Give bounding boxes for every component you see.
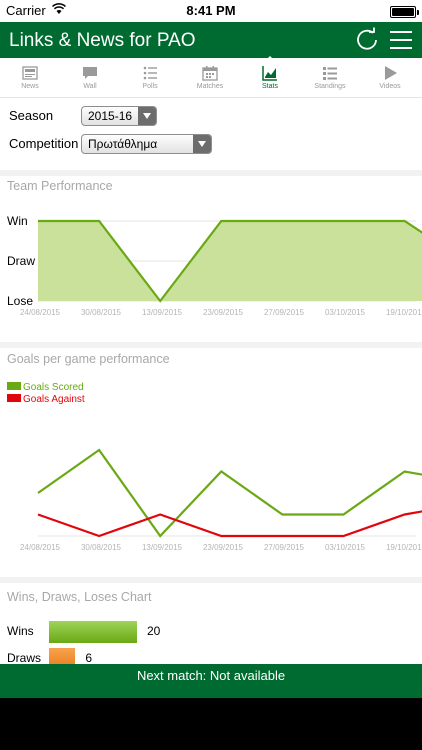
x-tick-label: 19/10/2015 xyxy=(386,308,422,317)
y-tick-label: Lose xyxy=(7,294,33,308)
x-tick-label: 03/10/2015 xyxy=(325,308,366,317)
menu-icon[interactable] xyxy=(388,27,414,53)
season-select[interactable]: 2015-16 xyxy=(81,106,157,126)
legend-goals-scored: Goals Scored xyxy=(7,382,84,393)
tab-news[interactable]: News xyxy=(0,58,60,98)
tab-matches[interactable]: Matches xyxy=(180,58,240,98)
polls-icon xyxy=(143,66,157,80)
x-tick-label: 24/08/2015 xyxy=(20,543,61,552)
season-label: Season xyxy=(9,108,54,123)
x-tick-label: 27/09/2015 xyxy=(264,543,305,552)
tab-label: Standings xyxy=(314,83,346,90)
news-icon xyxy=(22,66,38,80)
tab-label: Videos xyxy=(379,83,401,90)
bottom-black-bar xyxy=(0,698,422,750)
bar xyxy=(49,621,137,643)
active-tab-indicator xyxy=(264,56,276,62)
x-tick-label: 24/08/2015 xyxy=(20,308,61,317)
tab-label: Wall xyxy=(83,83,97,90)
tab-label: Matches xyxy=(196,83,224,90)
clock: 8:41 PM xyxy=(186,3,236,18)
bar-value: 6 xyxy=(85,651,93,665)
team-performance-chart: Win Draw Lose 24/08/2015 30/08/2015 13/09/… xyxy=(7,214,422,317)
legend-swatch xyxy=(7,394,21,402)
divider xyxy=(0,170,422,176)
goals-scored-line xyxy=(37,448,422,538)
page-title: Links & News for PAO xyxy=(9,30,196,51)
wall-icon xyxy=(83,67,97,79)
tab-wall[interactable]: Wall xyxy=(60,58,120,98)
x-tick-label: 23/09/2015 xyxy=(203,308,244,317)
standings-icon xyxy=(323,67,337,80)
tab-standings[interactable]: Standings xyxy=(300,58,360,98)
y-tick-label: Draw xyxy=(7,254,35,268)
tab-polls[interactable]: Polls xyxy=(120,58,180,98)
y-tick-label: Win xyxy=(7,214,28,228)
x-tick-label: 03/10/2015 xyxy=(325,543,366,552)
tab-label: Polls xyxy=(142,83,158,90)
calendar-icon xyxy=(202,66,218,81)
bar-label: Wins xyxy=(7,624,34,638)
wdl-chart-title: Wins, Draws, Loses Chart xyxy=(7,590,152,604)
legend-goals-against: Goals Against xyxy=(7,394,85,405)
goals-against-line xyxy=(37,510,422,538)
x-tick-label: 27/09/2015 xyxy=(264,308,305,317)
tab-label: Stats xyxy=(262,83,278,90)
goals-per-game-chart: 24/08/2015 30/08/2015 13/09/2015 23/09/2015… xyxy=(20,448,422,552)
team-performance-title: Team Performance xyxy=(7,179,113,193)
screen: Carrier 8:41 PM Links & News for PAO New… xyxy=(0,0,422,750)
bar-value: 20 xyxy=(147,624,161,638)
x-tick-label: 30/08/2015 xyxy=(81,308,122,317)
season-value: 2015-16 xyxy=(88,109,133,123)
legend-swatch xyxy=(7,382,21,390)
legend-label: Goals Against xyxy=(23,394,85,405)
tab-videos[interactable]: Videos xyxy=(360,58,420,98)
goals-chart-title: Goals per game performance xyxy=(7,352,170,366)
battery-icon xyxy=(390,6,419,18)
tab-label: News xyxy=(21,83,39,90)
play-icon xyxy=(385,66,397,80)
bar-label: Draws xyxy=(7,651,42,665)
competition-select[interactable]: Πρωτάθλημα xyxy=(81,134,212,154)
divider xyxy=(0,577,422,583)
chevron-down-icon xyxy=(193,135,211,153)
x-tick-label: 30/08/2015 xyxy=(81,543,122,552)
stats-icon xyxy=(262,66,277,81)
filters-panel: Season 2015-16 Competition Πρωτάθλημα xyxy=(0,98,422,170)
refresh-icon[interactable] xyxy=(354,27,380,53)
legend-label: Goals Scored xyxy=(23,382,84,393)
next-match-label: Next match: Not available xyxy=(136,668,286,683)
tab-stats[interactable]: Stats xyxy=(240,58,300,98)
x-tick-label: 23/09/2015 xyxy=(203,543,244,552)
wdl-row: Wins 20 xyxy=(0,621,422,643)
competition-value: Πρωτάθλημα xyxy=(88,137,158,151)
x-tick-label: 13/09/2015 xyxy=(142,308,183,317)
next-match-bar[interactable]: Next match: Not available xyxy=(0,664,422,698)
x-tick-label: 19/10/2015 xyxy=(386,543,422,552)
tab-bar: News Wall Polls Matches Stats Standings … xyxy=(0,58,422,98)
chevron-down-icon xyxy=(138,107,156,125)
app-header: Links & News for PAO xyxy=(0,22,422,58)
status-bar: Carrier 8:41 PM xyxy=(0,0,422,22)
competition-label: Competition xyxy=(9,136,79,151)
performance-area xyxy=(38,221,422,301)
x-tick-label: 13/09/2015 xyxy=(142,543,183,552)
divider xyxy=(0,342,422,348)
